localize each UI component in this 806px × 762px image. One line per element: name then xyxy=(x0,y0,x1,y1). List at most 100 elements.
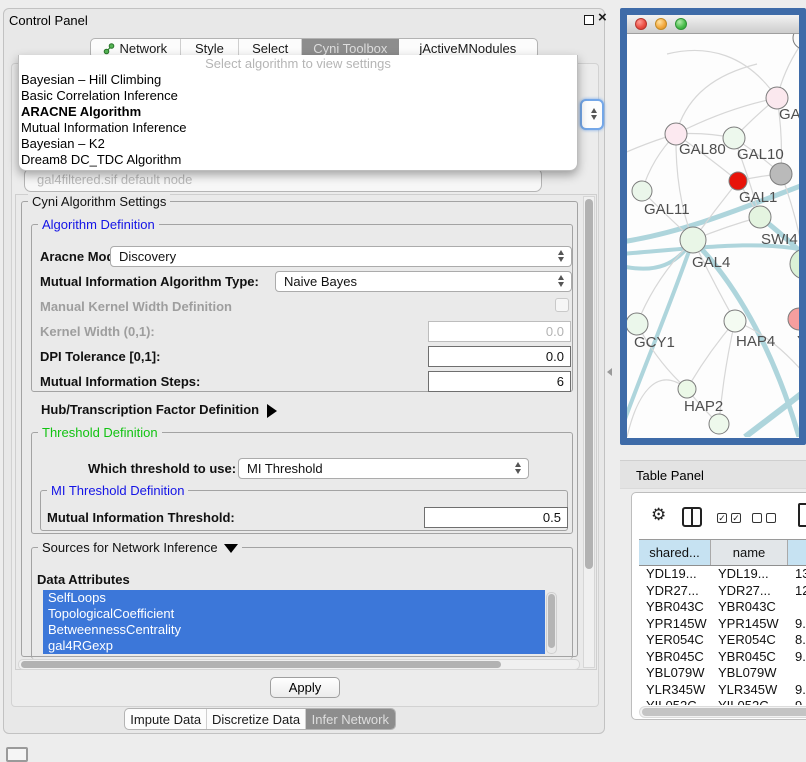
close-panel-icon[interactable]: × xyxy=(598,9,607,26)
group-title: MI Threshold Definition xyxy=(47,483,188,498)
gear-icon[interactable]: ⚙ xyxy=(651,505,666,525)
attributes-scrollbar[interactable] xyxy=(546,592,557,654)
group-title[interactable]: Sources for Network Inference xyxy=(38,540,242,555)
algorithm-option[interactable]: Bayesian – Hill Climbing xyxy=(19,72,577,88)
table-horizontal-scrollbar[interactable] xyxy=(639,706,806,718)
node-label-hap2: HAP2 xyxy=(684,398,723,415)
table-row[interactable]: YDR27... YDR27... 12 xyxy=(639,583,806,600)
network-node-hap4[interactable] xyxy=(724,310,746,332)
attribute-list-item[interactable]: SelfLoops xyxy=(43,590,545,606)
kernel-width-field[interactable]: 0.0 xyxy=(428,321,571,342)
network-node[interactable] xyxy=(793,34,799,49)
collapse-arrow-icon[interactable] xyxy=(224,544,238,553)
popup-prompt: Select algorithm to view settings xyxy=(19,55,577,72)
network-edge[interactable] xyxy=(676,64,757,134)
node-label-gal80: GAL80 xyxy=(679,141,726,158)
table-toolbar: ⚙ ✓✓ xyxy=(632,499,806,535)
mi-threshold-definition-group: MI Threshold Definition Mutual Informati… xyxy=(40,490,568,531)
settings-vertical-scrollbar[interactable] xyxy=(583,196,595,668)
cyni-algorithm-settings-group: Cyni Algorithm Settings Algorithm Defini… xyxy=(21,201,578,657)
apply-button[interactable]: Apply xyxy=(270,677,340,698)
network-node-swi4[interactable] xyxy=(749,206,771,228)
network-edge[interactable] xyxy=(667,50,777,98)
scrollbar-thumb[interactable] xyxy=(585,199,593,569)
algorithm-option[interactable]: Basic Correlation Inference xyxy=(19,88,577,104)
attribute-list-item[interactable]: gal4RGexp xyxy=(43,638,545,654)
table-row[interactable]: YBR045C YBR045C 9. xyxy=(639,649,806,666)
attribute-list-item[interactable]: TopologicalCoefficient xyxy=(43,606,545,622)
table-panel-header: Table Panel xyxy=(620,460,806,489)
panel-title: Control Panel xyxy=(9,13,88,28)
algorithm-option[interactable]: Mutual Information Inference xyxy=(19,120,577,136)
scrollbar-thumb[interactable] xyxy=(21,661,501,668)
split-view-icon[interactable] xyxy=(682,507,702,527)
tab-discretize-data[interactable]: Discretize Data xyxy=(207,709,305,729)
minimize-window-icon[interactable] xyxy=(655,18,667,30)
network-node-y[interactable] xyxy=(788,308,799,330)
scrollbar-thumb[interactable] xyxy=(642,708,806,716)
group-title: Algorithm Definition xyxy=(38,217,159,232)
network-canvas[interactable]: GALGAL80GAL10GAL1GAL11SWI4GAL4GCY1HAP4YH… xyxy=(627,34,799,438)
table-row[interactable]: YPR145W YPR145W 9. xyxy=(639,616,806,633)
table-row[interactable]: YBL079W YBL079W xyxy=(639,665,806,682)
aracne-mode-combo[interactable]: Discovery xyxy=(110,246,572,267)
mi-threshold-label: Mutual Information Threshold: xyxy=(47,510,235,525)
inference-algorithm-combo-fragment[interactable] xyxy=(580,99,604,130)
which-threshold-combo[interactable]: MI Threshold xyxy=(238,458,529,479)
algorithm-option[interactable]: Dream8 DC_TDC Algorithm xyxy=(19,152,577,168)
tab-impute-data[interactable]: Impute Data xyxy=(125,709,207,729)
which-threshold-label: Which threshold to use: xyxy=(88,461,236,476)
mi-threshold-field[interactable]: 0.5 xyxy=(424,507,568,528)
collapsed-panel-icon[interactable] xyxy=(6,747,28,762)
zoom-window-icon[interactable] xyxy=(675,18,687,30)
settings-horizontal-scrollbar[interactable] xyxy=(18,659,580,670)
float-panel-icon[interactable] xyxy=(584,15,594,25)
data-attributes-list: SelfLoopsTopologicalCoefficientBetweenne… xyxy=(43,590,545,656)
table-row[interactable]: YLR345W YLR345W 9. xyxy=(639,682,806,699)
table-row[interactable]: YBR043C YBR043C xyxy=(639,599,806,616)
network-node[interactable] xyxy=(790,249,799,279)
kernel-width-label: Kernel Width (0,1): xyxy=(40,324,155,339)
panel-splitter-handle[interactable] xyxy=(607,368,612,376)
column-header-shared-name[interactable]: shared... xyxy=(639,540,711,565)
network-node-gal11[interactable] xyxy=(632,181,652,201)
table-row[interactable]: YIL052C YIL052C 9. xyxy=(639,698,806,705)
network-node-gal4[interactable] xyxy=(680,227,706,253)
algorithm-option[interactable]: ARACNE Algorithm xyxy=(19,104,577,120)
network-node-hap2[interactable] xyxy=(678,380,696,398)
table-row[interactable]: YDL19... YDL19... 13 xyxy=(639,566,806,583)
dpi-tolerance-field[interactable]: 0.0 xyxy=(428,346,571,367)
column-header-name[interactable]: name xyxy=(711,540,788,565)
application-window: Control Panel × Network Style Select Cyn… xyxy=(0,0,806,762)
tab-infer-network[interactable]: Infer Network xyxy=(306,709,395,729)
network-view-window[interactable]: GALGAL80GAL10GAL1GAL11SWI4GAL4GCY1HAP4YH… xyxy=(620,8,806,445)
deselect-all-columns-icon[interactable] xyxy=(752,513,776,523)
mi-algorithm-type-combo[interactable]: Naive Bayes xyxy=(275,271,572,292)
column-header-partial[interactable] xyxy=(788,540,806,565)
network-node[interactable] xyxy=(770,163,792,185)
select-all-columns-icon[interactable]: ✓✓ xyxy=(717,513,741,523)
close-window-icon[interactable] xyxy=(635,18,647,30)
table-header-row: shared... name xyxy=(639,539,806,566)
attribute-list-item[interactable]: BetweennessCentrality xyxy=(43,622,545,638)
table-panel-title: Table Panel xyxy=(636,468,704,483)
table-row[interactable]: YER054C YER054C 8. xyxy=(639,632,806,649)
network-node[interactable] xyxy=(709,414,729,434)
network-node-gal1[interactable] xyxy=(729,172,747,190)
dpi-tolerance-label: DPI Tolerance [0,1]: xyxy=(40,349,160,364)
scrollbar-thumb[interactable] xyxy=(548,594,555,648)
table-panel: ⚙ ✓✓ shared... name YDL19... YDL1 xyxy=(631,492,806,720)
data-attributes-label: Data Attributes xyxy=(37,572,130,587)
node-attribute-combo[interactable]: gal4filtered.sif default node xyxy=(24,168,542,192)
network-node-gcy1[interactable] xyxy=(627,313,648,335)
expand-arrow-icon[interactable] xyxy=(267,404,277,418)
algorithm-option[interactable]: Bayesian – K2 xyxy=(19,136,577,152)
sources-group: Sources for Network Inference Data Attri… xyxy=(31,547,573,659)
node-label-gal11: GAL11 xyxy=(644,201,690,218)
manual-kernel-width-checkbox[interactable] xyxy=(555,298,569,312)
mi-steps-field[interactable]: 6 xyxy=(428,371,571,392)
network-window-titlebar[interactable] xyxy=(627,15,799,34)
hub-transcription-section[interactable]: Hub/Transcription Factor Definition xyxy=(41,402,277,418)
combo-spinner-icon xyxy=(591,108,597,120)
document-icon[interactable] xyxy=(798,503,806,527)
